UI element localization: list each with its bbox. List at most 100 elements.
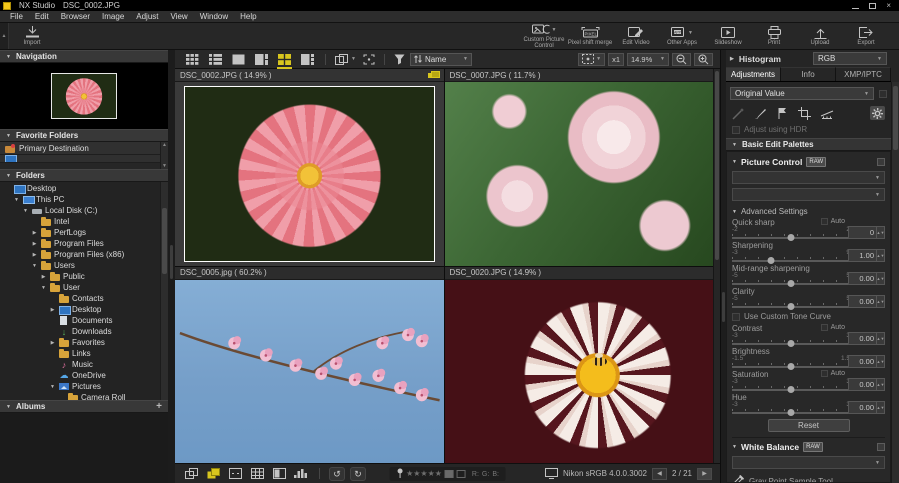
show-folders-icon[interactable]	[183, 467, 200, 481]
slider-handle[interactable]	[788, 363, 795, 370]
auto-checkbox[interactable]	[821, 324, 828, 331]
fit-to-screen-button[interactable]: ▼	[578, 53, 605, 66]
menu-edit[interactable]: Edit	[29, 12, 55, 21]
menu-view[interactable]: View	[165, 12, 194, 21]
expander-icon[interactable]: ▶	[49, 307, 56, 313]
zoom-1to1-button[interactable]: x1	[608, 53, 624, 66]
auto-checkbox[interactable]	[821, 370, 828, 377]
tab-adjustments[interactable]: Adjustments	[726, 67, 781, 81]
white-balance-dropdown[interactable]: ▼	[732, 456, 885, 469]
next-image-button[interactable]: ▶	[697, 468, 712, 480]
slider-value[interactable]: 0.00▲▼	[848, 272, 885, 285]
spinner-icon[interactable]: ▲▼	[876, 356, 884, 367]
adjustment-copy-icon[interactable]	[732, 107, 745, 120]
folders-header[interactable]: ▼ Folders	[0, 169, 168, 182]
favorites-scrollbar[interactable]: ▲▼	[160, 142, 168, 169]
custom-picture-control-button[interactable]: ▼ Custom Picture Control	[521, 23, 567, 49]
slider-track[interactable]	[732, 283, 850, 285]
preset-dropdown[interactable]: Original Value ▼	[730, 87, 874, 100]
slider-track[interactable]	[732, 366, 850, 368]
favorite-item[interactable]: Primary Destination	[0, 142, 168, 155]
albums-header[interactable]: ▼ Albums +	[0, 400, 168, 413]
navigation-thumbnail[interactable]	[51, 73, 117, 119]
sort-dropdown[interactable]: Name ▼	[410, 53, 472, 66]
slider-track[interactable]	[732, 306, 850, 308]
slider-value[interactable]: 0.00▲▼	[848, 295, 885, 308]
tree-item-favorites[interactable]: ▶ Favorites	[0, 337, 168, 348]
reset-button[interactable]: Reset	[768, 419, 850, 432]
view-mode-multi-preview[interactable]	[274, 52, 295, 67]
menu-window[interactable]: Window	[194, 12, 234, 21]
export-button[interactable]: Export	[843, 23, 889, 49]
tree-item-desktop[interactable]: ▶ Desktop	[0, 304, 168, 315]
view-mode-thumbnail-grid[interactable]	[182, 52, 203, 67]
favorite-item-clipped[interactable]	[0, 155, 168, 163]
hdr-checkbox[interactable]	[732, 126, 740, 134]
tree-item-contacts[interactable]: Contacts	[0, 293, 168, 304]
crop-icon[interactable]	[798, 107, 811, 120]
slider-track[interactable]	[732, 237, 850, 239]
expander-icon[interactable]: ▼	[49, 384, 56, 390]
view-mode-image-viewer[interactable]	[228, 52, 249, 67]
picture-control-header[interactable]: ▼ Picture Control RAW	[732, 155, 885, 170]
panel-scrollbar[interactable]	[891, 82, 899, 483]
star-rating-icon[interactable]: ★	[420, 469, 427, 478]
tree-item-this-pc[interactable]: ▼ This PC	[0, 194, 168, 205]
slider-handle[interactable]	[788, 409, 795, 416]
tree-item-desktop[interactable]: Desktop	[0, 183, 168, 194]
maximize-icon[interactable]	[869, 3, 876, 9]
channel-dropdown[interactable]: RGB ▼	[813, 52, 887, 65]
image-cell[interactable]: DSC_0005.jpg ( 60.2% )	[175, 267, 444, 464]
expander-icon[interactable]: ▶	[31, 252, 38, 258]
slider-handle[interactable]	[788, 386, 795, 393]
chevron-right-icon[interactable]: ▶	[730, 56, 734, 62]
label-chip2-icon[interactable]	[457, 470, 466, 478]
spinner-icon[interactable]: ▲▼	[876, 402, 884, 413]
basic-palettes-header[interactable]: ▼ Basic Edit Palettes	[726, 138, 891, 151]
auto-checkbox[interactable]	[821, 218, 828, 225]
photo-blossom[interactable]	[175, 280, 444, 464]
expander-icon[interactable]: ▼	[31, 263, 38, 269]
image-thumbnail[interactable]	[175, 82, 444, 266]
one-up-view-icon[interactable]	[227, 467, 244, 481]
fullscreen-button[interactable]	[361, 54, 377, 65]
image-cell[interactable]: DSC_0002.JPG ( 14.9% )	[175, 69, 444, 266]
favorite-folders-header[interactable]: ▼ Favorite Folders	[0, 129, 168, 142]
pixel-shift-merge-button[interactable]: PIXEL Pixel shift merge	[567, 23, 613, 49]
slider-handle[interactable]	[767, 257, 774, 264]
import-button[interactable]: Import	[9, 23, 55, 49]
histogram-toggle-icon[interactable]	[293, 467, 310, 481]
zoom-in-button[interactable]	[694, 53, 713, 66]
slider-track[interactable]	[732, 412, 850, 414]
tree-item-program-files[interactable]: ▶ Program Files	[0, 238, 168, 249]
split-view-icon[interactable]	[271, 467, 288, 481]
spinner-icon[interactable]: ▲▼	[876, 379, 884, 390]
tree-item-documents[interactable]: Documents	[0, 315, 168, 326]
panel-splitter[interactable]	[721, 50, 726, 483]
zoom-out-button[interactable]	[672, 53, 691, 66]
expander-icon[interactable]: ▶	[31, 241, 38, 247]
sidebar-splitter[interactable]	[168, 50, 175, 483]
tree-item-users[interactable]: ▼ Users	[0, 260, 168, 271]
photo-roses[interactable]	[445, 82, 714, 266]
straighten-icon[interactable]	[820, 108, 834, 119]
view-mode-thumbnail-list[interactable]	[205, 52, 226, 67]
advanced-settings-header[interactable]: ▼ Advanced Settings	[732, 204, 885, 218]
navigation-header[interactable]: ▼ Navigation	[0, 50, 168, 63]
picture-control-dropdown[interactable]: ▼	[732, 171, 885, 184]
add-album-icon[interactable]: +	[156, 402, 162, 412]
tone-curve-checkbox[interactable]	[732, 313, 740, 321]
tree-item-pictures[interactable]: ▼ Pictures	[0, 381, 168, 392]
folders-scrollbar[interactable]	[160, 182, 168, 400]
tab-xmp-iptc[interactable]: XMP/IPTC	[836, 67, 891, 81]
spinner-icon[interactable]: ▲▼	[876, 227, 884, 238]
toolbar-collapse-handle[interactable]: ▲	[0, 23, 9, 49]
picture-control-sub-dropdown[interactable]: ▼	[732, 188, 885, 201]
menu-image[interactable]: Image	[96, 12, 130, 21]
picture-control-checkbox[interactable]	[877, 158, 885, 166]
expander-icon[interactable]: ▶	[40, 274, 47, 280]
slider-handle[interactable]	[788, 234, 795, 241]
show-images-icon[interactable]	[205, 467, 222, 481]
pin-icon[interactable]	[396, 468, 403, 479]
spinner-icon[interactable]: ▲▼	[876, 250, 884, 261]
